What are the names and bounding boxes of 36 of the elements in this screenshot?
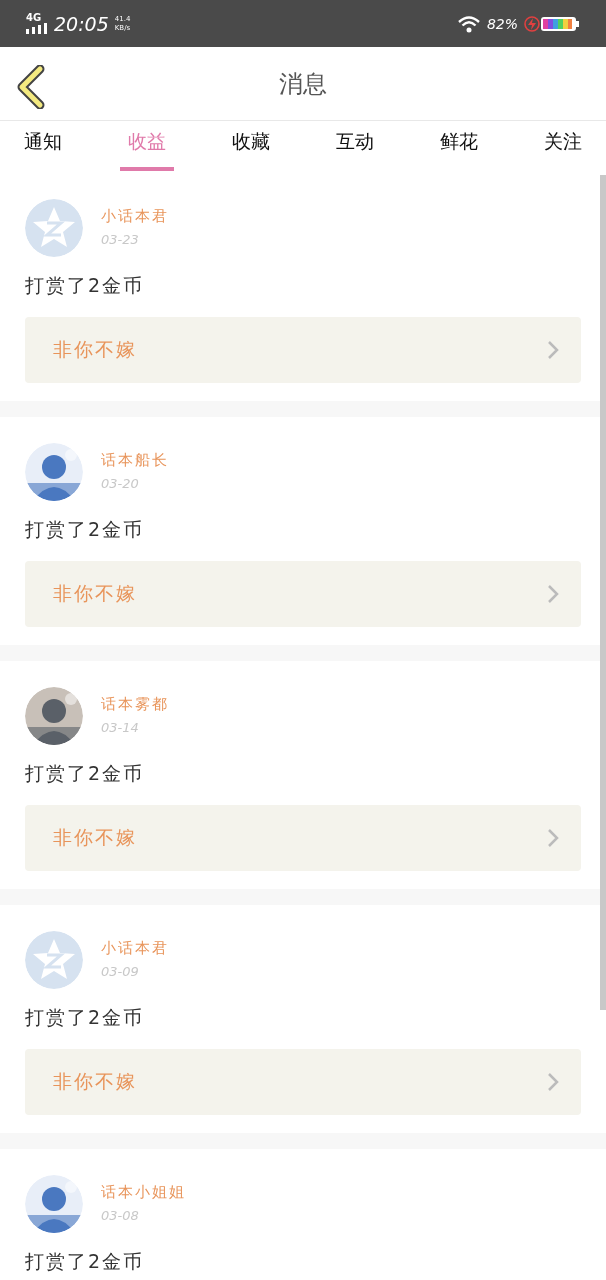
chevron-icon [547, 340, 559, 360]
network-type: 4G [26, 13, 42, 23]
message-text: 打赏了2金币 [25, 761, 146, 786]
book-link[interactable]: 非你不嫁 [25, 317, 581, 383]
wifi-icon [456, 14, 481, 33]
tab[interactable]: 通知 [16, 121, 70, 171]
tab[interactable]: 收藏 [224, 121, 278, 171]
user-name[interactable]: 话本雾都 [101, 695, 169, 714]
signal-icon [26, 23, 48, 34]
clock: 20:05 [54, 12, 109, 35]
book-link[interactable]: 非你不嫁 [25, 1049, 581, 1115]
user-name[interactable]: 小话本君 [101, 207, 169, 226]
tab[interactable]: 互动 [328, 121, 382, 171]
avatar-icon [25, 931, 83, 989]
book-link[interactable]: 非你不嫁 [25, 561, 581, 627]
chevron-icon [547, 1072, 559, 1092]
battery-percent: 82% [486, 15, 518, 32]
tab[interactable]: 关注 [536, 121, 590, 171]
back-icon[interactable] [16, 65, 46, 109]
scrollbar[interactable] [600, 175, 606, 1010]
message-text: 打赏了2金币 [25, 273, 146, 298]
tab[interactable]: 鲜花 [432, 121, 486, 171]
battery-icon [540, 15, 580, 32]
user-name[interactable]: 话本船长 [101, 451, 169, 470]
chevron-icon [547, 828, 559, 848]
tab[interactable]: 收益 [120, 121, 174, 171]
message-text: 打赏了2金币 [25, 1005, 146, 1030]
user-name[interactable]: 话本小姐姐 [101, 1183, 186, 1202]
chevron-icon [547, 584, 559, 604]
message-text: 打赏了2金币 [25, 1249, 146, 1274]
book-link[interactable]: 非你不嫁 [25, 805, 581, 871]
user-name[interactable]: 小话本君 [101, 939, 169, 958]
charging-icon [524, 15, 540, 32]
avatar-icon [25, 199, 83, 257]
message-text: 打赏了2金币 [25, 517, 146, 542]
page-title: 消息 [279, 68, 327, 100]
